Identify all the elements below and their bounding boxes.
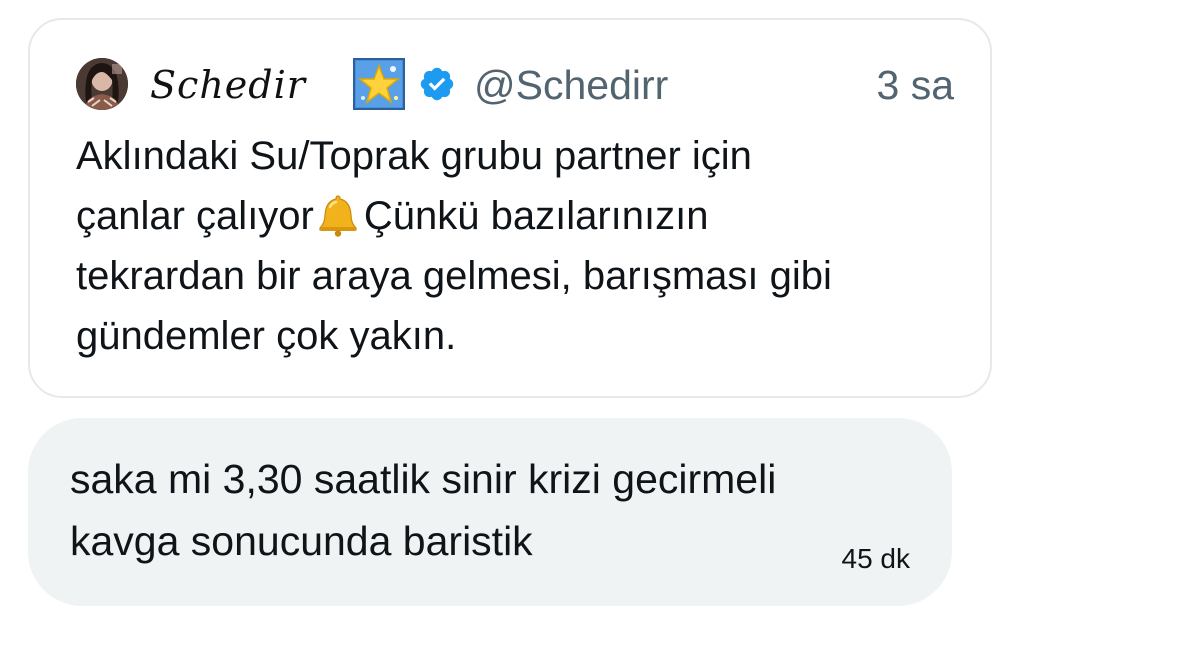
message-bubble[interactable]: saka mi 3,30 saatlik sinir krizi gecirme… (28, 418, 952, 606)
post-timestamp[interactable]: 3 sa (877, 61, 955, 109)
message-line: saka mi 3,30 saatlik sinir krizi gecirme… (70, 456, 777, 502)
message-line: kavga sonucunda baristik (70, 518, 533, 564)
verified-badge-icon (418, 65, 456, 103)
quoted-post-line: çanlar çalıyor Çünkü bazılarınızın (76, 186, 956, 246)
quoted-post-line: gündemler çok yakın. (76, 314, 457, 358)
quoted-post-card[interactable]: Schedir @Schedirr 3 sa Aklındaki Su/Topr… (28, 18, 992, 398)
glowing-star-icon (353, 58, 405, 110)
author-name[interactable]: Schedir (150, 60, 306, 110)
quoted-post-line-part: çanlar çalıyor (76, 194, 314, 238)
bell-icon (318, 193, 358, 237)
avatar[interactable] (76, 58, 128, 110)
quoted-post-line: tekrardan bir araya gelmesi, barışması g… (76, 254, 832, 298)
quoted-post-line: Aklındaki Su/Toprak grubu partner için (76, 134, 752, 178)
quoted-post-header: Schedir @Schedirr 3 sa (76, 58, 954, 112)
message-timestamp: 45 dk (841, 543, 911, 574)
quoted-post-text: Aklındaki Su/Toprak grubu partner için ç… (76, 126, 956, 366)
author-handle[interactable]: @Schedirr (474, 61, 668, 109)
message-text: saka mi 3,30 saatlik sinir krizi gecirme… (70, 448, 930, 572)
quoted-post-line-part: Çünkü bazılarınızın (363, 194, 709, 238)
